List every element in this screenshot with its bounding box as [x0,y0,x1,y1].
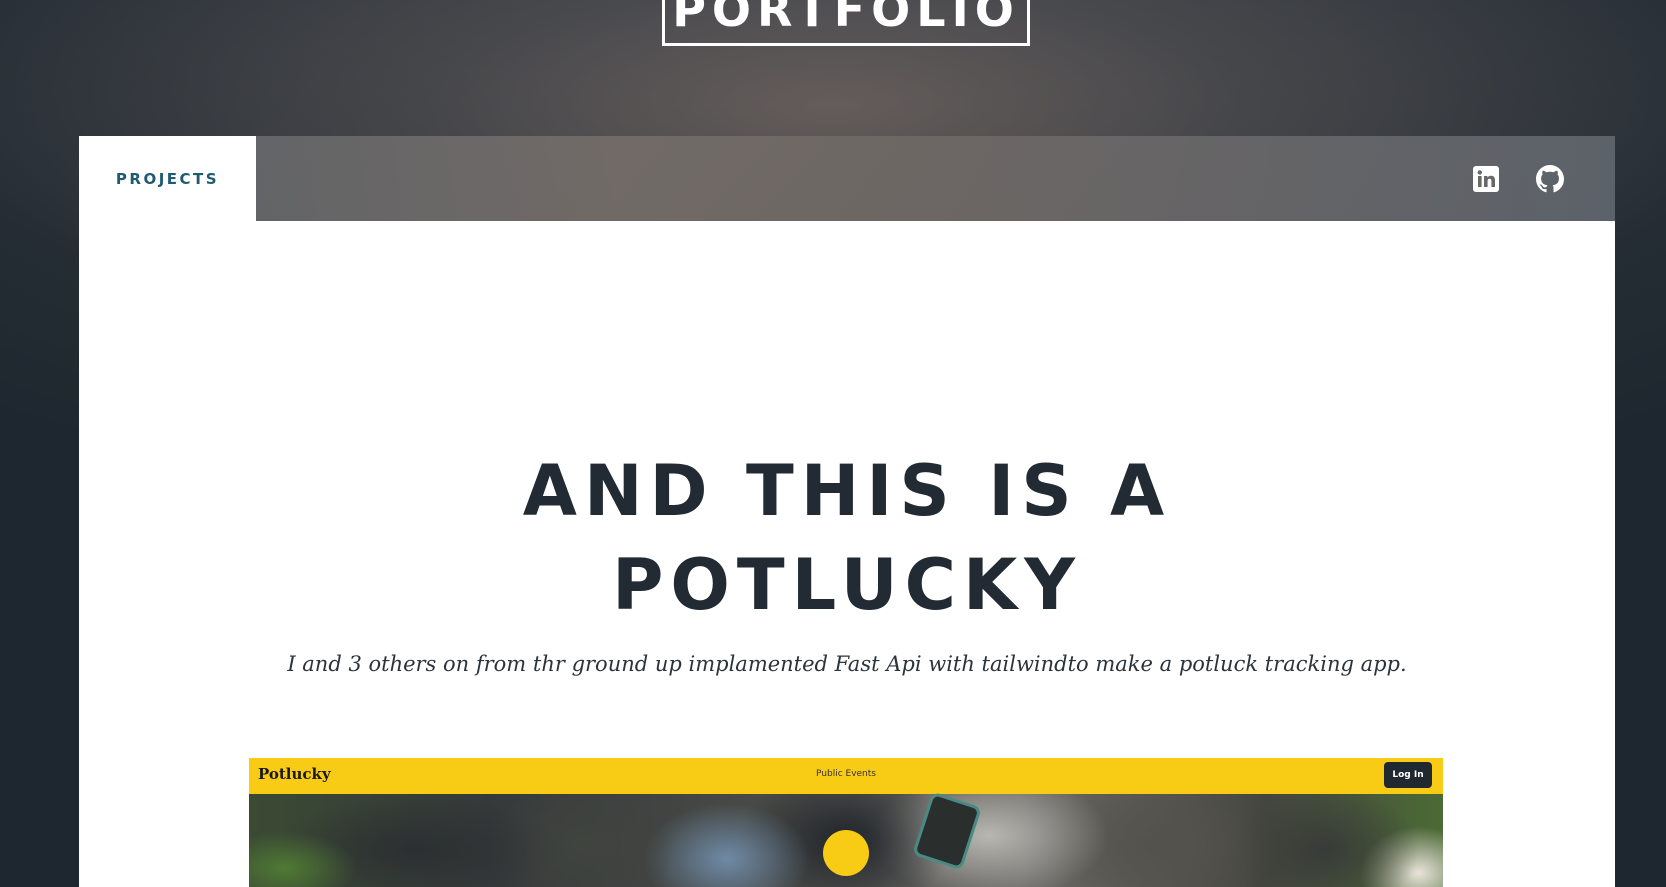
tab-projects[interactable]: PROJECTS [79,136,256,221]
project-screenshot: Potlucky Public Events Log In [249,758,1443,887]
headline-line-1: AND THIS IS A [522,449,1172,532]
site-title: PORTFOLIO [662,0,1030,46]
preview-smiley-icon [823,830,869,876]
tab-projects-label: PROJECTS [115,169,220,188]
headline-line-2: POTLUCKY [612,543,1082,626]
preview-header: Potlucky Public Events Log In [249,758,1443,794]
top-nav: PROJECTS [79,136,1615,221]
linkedin-icon[interactable] [1471,164,1501,194]
project-panel: AND THIS IS A POTLUCKY I and 3 others on… [79,221,1615,887]
preview-login-button: Log In [1384,762,1432,788]
site-title-text: PORTFOLIO [672,0,1020,37]
preview-nav-link: Public Events [816,769,876,779]
github-icon[interactable] [1535,164,1565,194]
social-links [1471,136,1565,221]
project-headline: AND THIS IS A POTLUCKY [79,444,1615,632]
project-description: I and 3 others on from thr ground up imp… [287,652,1407,676]
